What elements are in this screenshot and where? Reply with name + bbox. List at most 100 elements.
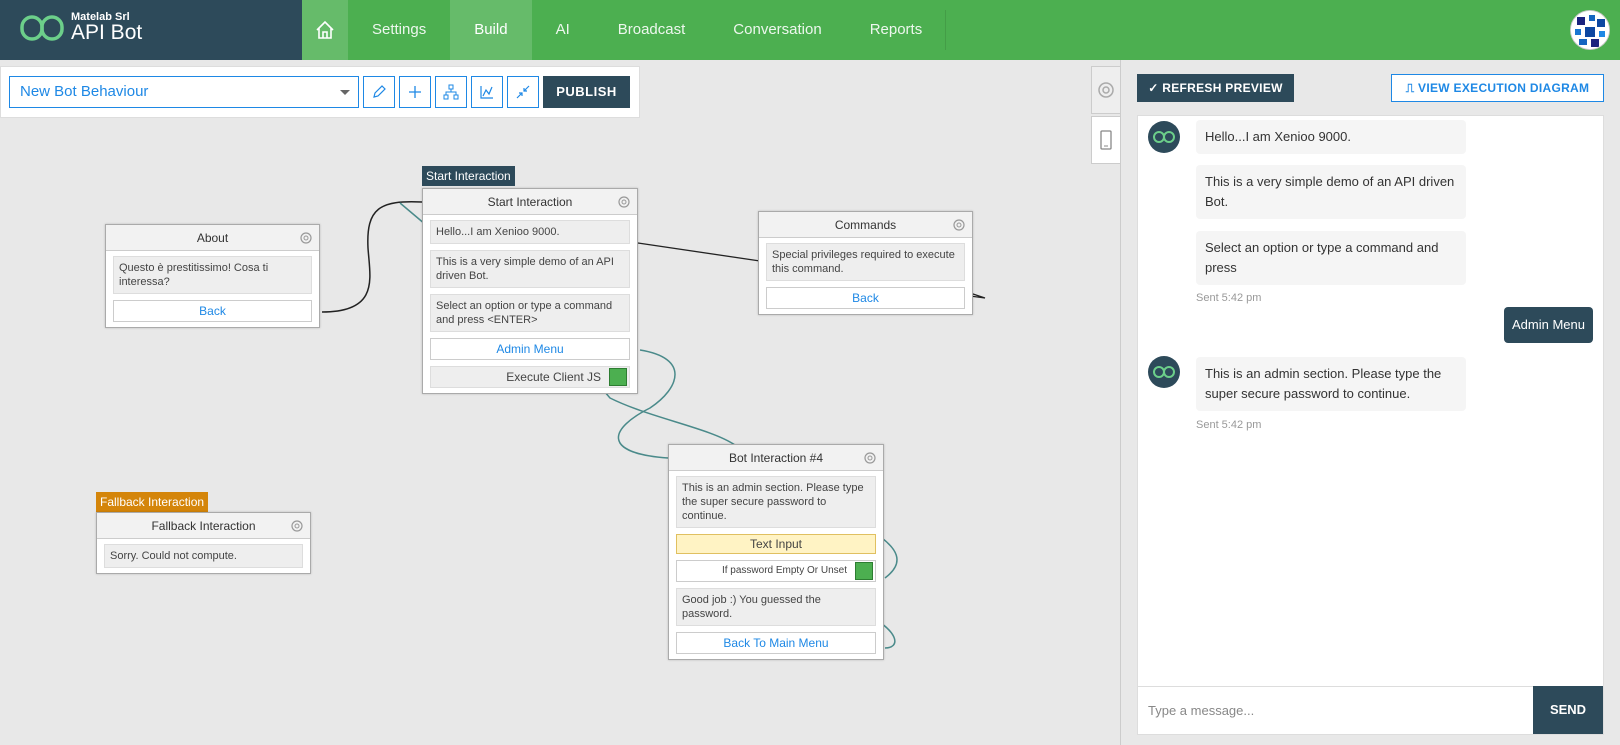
collapse-icon [516,85,530,99]
infinity-logo-icon [1153,131,1175,143]
gear-icon[interactable] [299,231,313,245]
condition-label: If password Empty Or Unset [721,565,847,576]
bot-message: This is an admin section. Please type th… [1196,357,1466,411]
send-button[interactable]: SEND [1533,686,1603,734]
stats-button[interactable] [471,76,503,108]
node-header: Commands [759,212,972,238]
sent-timestamp: Sent 5:42 pm [1196,419,1262,431]
settings-side-tab[interactable] [1091,66,1121,114]
chart-icon [480,86,493,99]
home-icon [316,20,334,39]
view-execution-diagram-button[interactable]: ⎍ VIEW EXECUTION DIAGRAM [1391,74,1604,102]
message-block: Questo è prestitissimo! Cosa ti interess… [113,256,312,294]
node-header: Fallback Interaction [97,513,310,539]
execute-js-action[interactable]: Execute Client JS [430,366,630,388]
diagram-icon: ⎍ [1405,81,1419,95]
infinity-logo-icon [20,15,64,41]
infinity-logo-icon [1153,366,1175,378]
bot-message: This is a very simple demo of an API dri… [1196,165,1466,219]
start-interaction-node[interactable]: Start Interaction Hello...I am Xenioo 90… [422,188,638,394]
bot-interaction-4-node[interactable]: Bot Interaction #4 This is an admin sect… [668,444,884,660]
avatar-pattern-icon [1571,11,1609,49]
hierarchy-icon [443,84,459,100]
node-title: Commands [834,218,897,232]
node-title: Fallback Interaction [151,519,256,533]
gear-icon [1098,82,1114,98]
message-block: Special privileges required to execute t… [766,243,965,281]
node-title: Start Interaction [487,195,573,209]
refresh-preview-button[interactable]: ✓ REFRESH PREVIEW [1137,74,1294,102]
gear-icon[interactable] [290,519,304,533]
nav-settings[interactable]: Settings [348,0,450,60]
exec-diagram-label: VIEW EXECUTION DIAGRAM [1418,81,1590,95]
preview-panel: ✓ REFRESH PREVIEW ⎍ VIEW EXECUTION DIAGR… [1120,60,1620,745]
condition-row[interactable]: If password Empty Or Unset [676,560,876,582]
bot-avatar [1148,121,1180,153]
bot-avatar [1148,356,1180,388]
message-block: This is an admin section. Please type th… [676,476,876,528]
preview-side-tab[interactable] [1091,116,1121,164]
node-title: Bot Interaction #4 [728,451,824,465]
user-message: Admin Menu [1504,307,1593,343]
app-name: API Bot [71,21,143,44]
gear-icon[interactable] [863,451,877,465]
nav-reports[interactable]: Reports [846,0,947,60]
chevron-down-icon [340,90,350,95]
nav-home[interactable] [302,0,348,60]
nav-divider [945,10,946,50]
back-button[interactable]: Back [113,300,312,322]
back-button[interactable]: Back [766,287,965,309]
message-block: Select an option or type a command and p… [430,294,630,332]
nav-conversation[interactable]: Conversation [709,0,845,60]
node-title: About [196,231,229,245]
bot-message: Select an option or type a command and p… [1196,231,1466,285]
fallback-interaction-node[interactable]: Fallback Interaction Sorry. Could not co… [96,512,311,574]
fallback-tag: Fallback Interaction [96,492,209,512]
mobile-icon [1100,130,1112,150]
about-node[interactable]: About Questo è prestitissimo! Cosa ti in… [105,224,320,328]
collapse-button[interactable] [507,76,539,108]
behaviour-select-value: New Bot Behaviour [20,83,149,100]
check-icon: ✓ [1148,81,1163,95]
main-nav: Settings Build AI Broadcast Conversation… [302,0,946,60]
arrange-button[interactable] [435,76,467,108]
refresh-preview-label: REFRESH PREVIEW [1162,81,1283,95]
plus-icon [409,86,421,98]
message-block: Sorry. Could not compute. [104,544,303,568]
gear-icon[interactable] [952,218,966,232]
node-header: Start Interaction [423,189,637,215]
node-header: About [106,225,319,251]
node-header: Bot Interaction #4 [669,445,883,471]
script-icon [609,368,627,386]
edit-button[interactable] [363,76,395,108]
publish-button[interactable]: PUBLISH [543,76,630,108]
nav-broadcast[interactable]: Broadcast [594,0,710,60]
start-tag: Start Interaction [422,166,515,186]
pencil-icon [373,85,386,98]
nav-ai[interactable]: AI [532,0,594,60]
sent-timestamp: Sent 5:42 pm [1196,292,1262,304]
brand-area[interactable]: Matelab Srl API Bot [0,0,302,60]
message-block: Hello...I am Xenioo 9000. [430,220,630,244]
node-body: Questo è prestitissimo! Cosa ti interess… [106,251,319,327]
top-bar: Matelab Srl API Bot Settings Build AI Br… [0,0,1620,60]
gear-icon[interactable] [617,195,631,209]
node-body: This is an admin section. Please type th… [669,471,883,659]
back-to-main-menu-button[interactable]: Back To Main Menu [676,632,876,654]
node-body: Hello...I am Xenioo 9000. This is a very… [423,215,637,393]
gear-condition-icon [855,562,873,580]
behaviour-select[interactable]: New Bot Behaviour [9,76,359,108]
message-input[interactable]: Type a message... [1138,686,1533,734]
admin-menu-button[interactable]: Admin Menu [430,338,630,360]
add-button[interactable] [399,76,431,108]
flow-canvas[interactable]: About Questo è prestitissimo! Cosa ti in… [0,118,1090,745]
commands-node[interactable]: Commands Special privileges required to … [758,211,973,315]
behaviour-toolbar: New Bot Behaviour PUBLISH [0,66,640,118]
chat-window: Hello...I am Xenioo 9000. This is a very… [1137,115,1604,735]
user-avatar[interactable] [1570,10,1610,50]
node-body: Special privileges required to execute t… [759,238,972,314]
bot-message: Hello...I am Xenioo 9000. [1196,120,1466,154]
nav-build[interactable]: Build [450,0,532,60]
text-input-block[interactable]: Text Input [676,534,876,554]
message-block: This is a very simple demo of an API dri… [430,250,630,288]
